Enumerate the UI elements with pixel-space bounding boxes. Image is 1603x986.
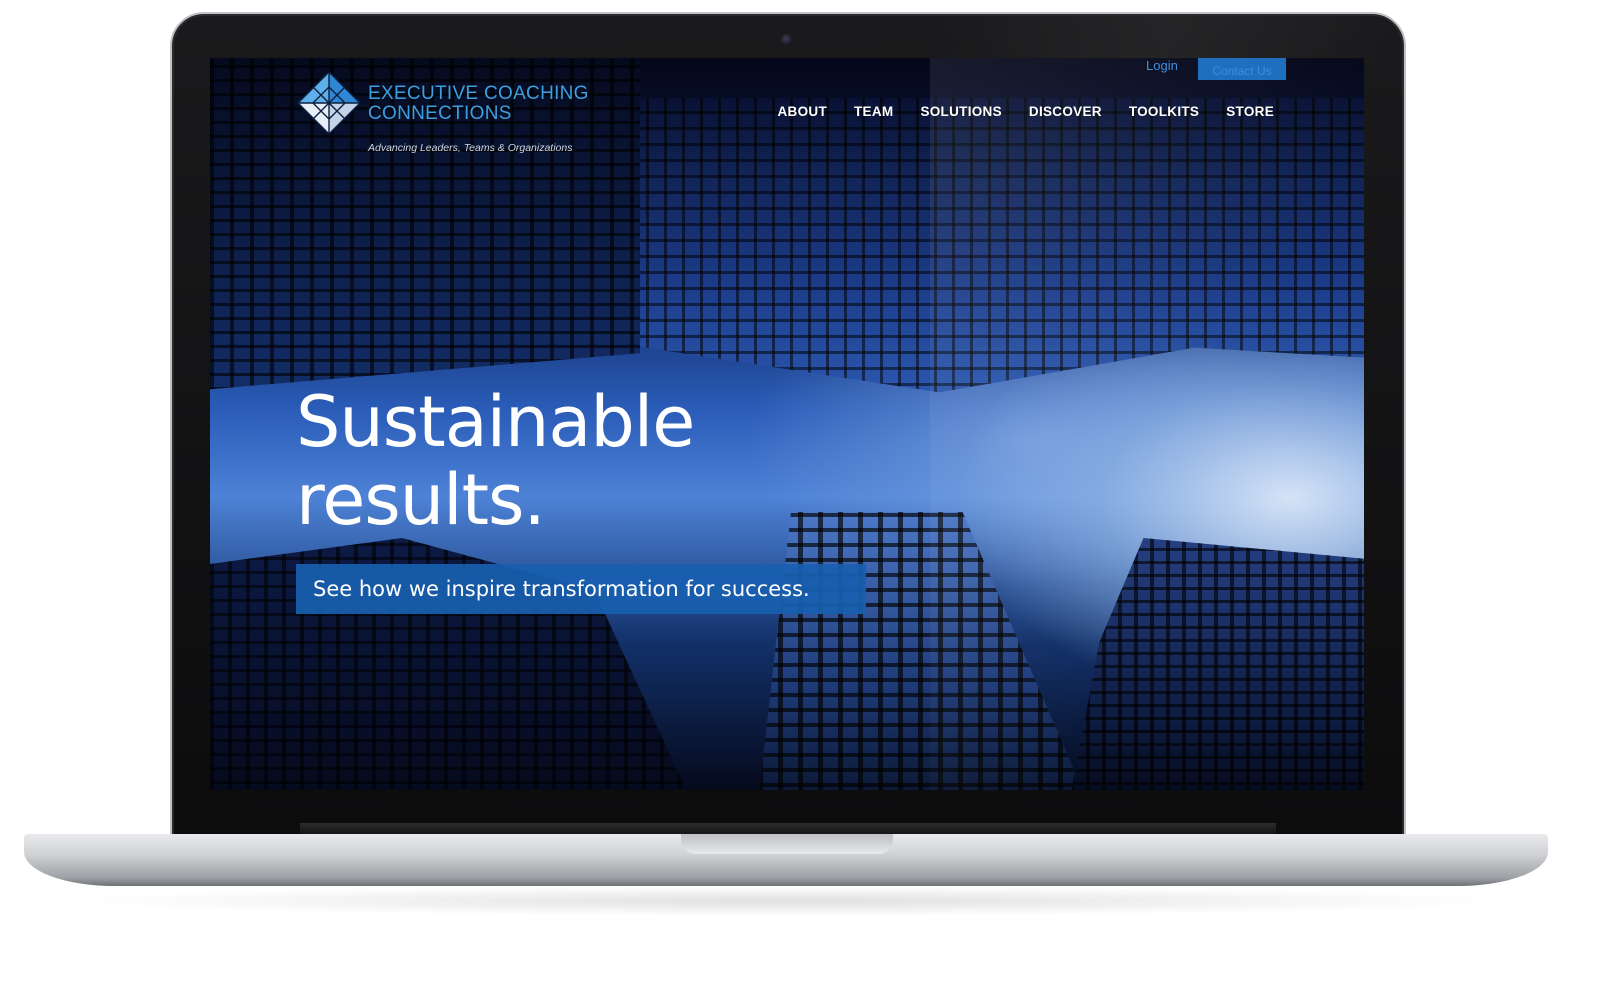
hero-heading: Sustainable results. — [296, 381, 695, 541]
nav-item-about[interactable]: ABOUT — [778, 104, 828, 119]
nav-item-toolkits[interactable]: TOOLKITS — [1129, 104, 1199, 119]
login-link[interactable]: Login — [1146, 58, 1178, 73]
diamond-logo-icon — [297, 71, 361, 135]
nav-item-solutions[interactable]: SOLUTIONS — [920, 104, 1001, 119]
laptop-notch — [681, 834, 893, 854]
hero-cta-button[interactable]: See how we inspire transformation for su… — [296, 564, 866, 614]
main-nav: ABOUT TEAM SOLUTIONS DISCOVER TOOLKITS S… — [778, 104, 1275, 119]
logo-title: EXECUTIVE COACHING CONNECTIONS — [368, 83, 589, 124]
laptop-shadow — [60, 886, 1520, 916]
site-logo[interactable]: EXECUTIVE COACHING CONNECTIONS Advancing … — [296, 66, 616, 156]
hero-heading-line2: results. — [296, 459, 546, 541]
contact-us-button[interactable]: Contact Us — [1198, 58, 1286, 80]
website-screen: EXECUTIVE COACHING CONNECTIONS Advancing … — [210, 58, 1364, 790]
nav-item-discover[interactable]: DISCOVER — [1029, 104, 1102, 119]
background-skyscraper-right — [1070, 538, 1364, 790]
hero-heading-line1: Sustainable — [296, 381, 695, 463]
logo-tagline: Advancing Leaders, Teams & Organizations — [368, 142, 573, 154]
nav-item-team[interactable]: TEAM — [854, 104, 893, 119]
camera-icon — [781, 34, 793, 46]
nav-item-store[interactable]: STORE — [1226, 104, 1274, 119]
background-skyscraper-center — [758, 512, 1088, 790]
